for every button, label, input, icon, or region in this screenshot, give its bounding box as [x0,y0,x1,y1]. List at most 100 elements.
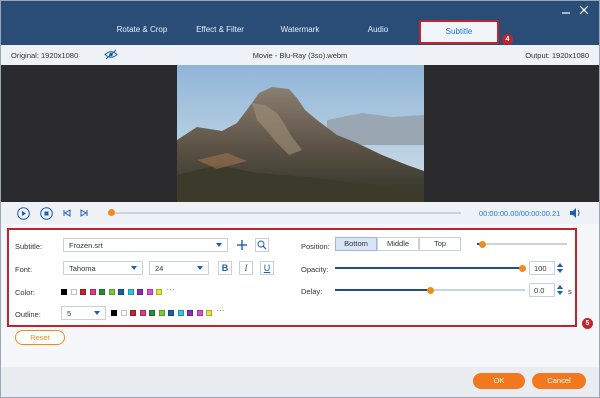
ok-button[interactable]: OK [473,373,525,389]
text-color-swatch[interactable] [156,289,162,295]
previous-frame-icon[interactable] [62,207,72,219]
text-color-swatch[interactable] [80,289,86,295]
position-slider[interactable] [477,240,567,248]
timeline-track[interactable] [111,212,461,214]
font-family-value: Tahoma [69,264,96,273]
opacity-slider-knob[interactable] [519,264,526,272]
delay-stepper[interactable] [556,283,564,297]
color-palette: ··· [61,285,191,297]
delay-slider-knob[interactable] [427,286,434,294]
video-info-bar: Original: 1920x1080 Movie - Blu-Ray (3so… [1,45,599,65]
cancel-button[interactable]: Cancel [532,373,586,389]
position-slider-knob[interactable] [479,240,486,248]
subtitle-file-value: Frozen.srt [69,241,103,250]
opacity-slider-fill [335,267,523,269]
outline-color-swatch[interactable] [196,310,203,316]
search-subtitle-button[interactable] [255,238,269,252]
subtitle-file-select[interactable]: Frozen.srt [63,238,228,252]
outline-color-swatch[interactable] [168,310,174,316]
tab-subtitle-label: Subtitle [445,27,473,36]
minimize-icon[interactable] [560,4,572,16]
outline-color-swatch[interactable] [187,310,193,316]
delay-label: Delay: [301,287,323,296]
tab-audio[interactable]: Audio [343,25,413,34]
reset-button[interactable]: Reset [15,330,65,345]
video-frame [177,65,424,202]
outline-color-swatch[interactable] [111,310,117,316]
tab-rotate-crop[interactable]: Rotate & Crop [107,25,177,34]
text-color-swatch[interactable] [127,289,134,295]
chevron-down-icon [216,243,222,247]
add-subtitle-button[interactable] [235,238,249,252]
delay-input[interactable]: 0.0 [529,283,555,297]
tab-bar: Rotate & Crop Effect & Filter Watermark … [1,1,599,45]
plus-icon [237,240,247,250]
outline-color-swatch[interactable] [206,310,212,316]
play-icon[interactable] [17,207,30,220]
font-size-select[interactable]: 24 [149,261,209,275]
timeline-playhead[interactable] [108,209,115,216]
chevron-down-icon [197,266,203,270]
outline-color-palette: ··· [111,306,241,318]
outline-color-swatch[interactable] [149,310,155,316]
search-icon [257,240,267,250]
playback-bar: 00:00:00.00/00:00:00.21 [1,202,599,224]
dialog-footer: OK Cancel [1,367,599,397]
close-icon[interactable] [578,4,590,16]
opacity-slider[interactable] [335,264,526,272]
subtitle-label: Subtitle: [15,242,43,251]
font-label: Font: [15,265,33,274]
outline-color-more-colors-button[interactable]: ··· [217,306,225,315]
position-bottom-button[interactable]: Bottom [335,237,377,251]
underline-button[interactable]: U [260,261,274,275]
text-color-swatch[interactable] [70,289,77,295]
position-middle-button[interactable]: Middle [377,237,419,251]
output-resolution: Output: 1920x1080 [525,51,589,60]
time-display: 00:00:00.00/00:00:00.21 [479,209,561,218]
next-frame-icon[interactable] [79,207,89,219]
file-name: Movie - Blu-Ray (3so).webm [252,51,348,60]
chevron-down-icon [557,269,563,273]
tab-subtitle[interactable]: Subtitle [419,20,499,44]
subtitle-editor-window: Rotate & Crop Effect & Filter Watermark … [0,0,600,398]
stop-icon[interactable] [40,207,53,220]
volume-icon[interactable] [569,207,581,219]
text-color-swatch[interactable] [146,289,153,295]
outline-color-swatch[interactable] [139,310,146,316]
subtitle-settings-panel: Subtitle: Frozen.srt Font: Tahoma 24 B I… [7,228,593,329]
italic-button[interactable]: I [239,261,253,275]
outline-color-swatch[interactable] [120,310,127,316]
delay-unit: s [568,287,572,296]
font-family-select[interactable]: Tahoma [63,261,143,275]
chevron-down-icon [131,266,137,270]
text-color-swatch[interactable] [61,289,67,295]
opacity-stepper[interactable] [556,261,564,275]
outline-label: Outline: [15,310,41,319]
callout-marker-4: 4 [502,34,513,45]
outline-color-swatch[interactable] [130,310,136,316]
text-color-swatch[interactable] [137,289,143,295]
text-color-swatch[interactable] [99,289,105,295]
chevron-up-icon [557,263,563,267]
outline-width-select[interactable]: 5 [61,306,106,320]
position-label: Position: [301,242,330,251]
outline-color-swatch[interactable] [158,310,165,316]
chevron-down-icon [94,311,100,315]
opacity-input[interactable]: 100 [529,261,555,275]
bold-button[interactable]: B [218,261,232,275]
callout-marker-5: 5 [582,318,593,329]
position-top-button[interactable]: Top [419,237,461,251]
text-color-swatch[interactable] [108,289,115,295]
tab-effect-filter[interactable]: Effect & Filter [185,25,255,34]
delay-slider[interactable] [335,286,525,294]
outline-color-swatch[interactable] [177,310,184,316]
delay-slider-fill [335,289,431,291]
text-color-more-colors-button[interactable]: ··· [167,285,175,294]
color-label: Color: [15,288,36,297]
tab-watermark[interactable]: Watermark [265,25,335,34]
text-color-swatch[interactable] [118,289,124,295]
video-preview-area [1,65,599,202]
outline-width-value: 5 [67,309,72,318]
text-color-swatch[interactable] [89,289,96,295]
chevron-up-icon [557,285,563,289]
